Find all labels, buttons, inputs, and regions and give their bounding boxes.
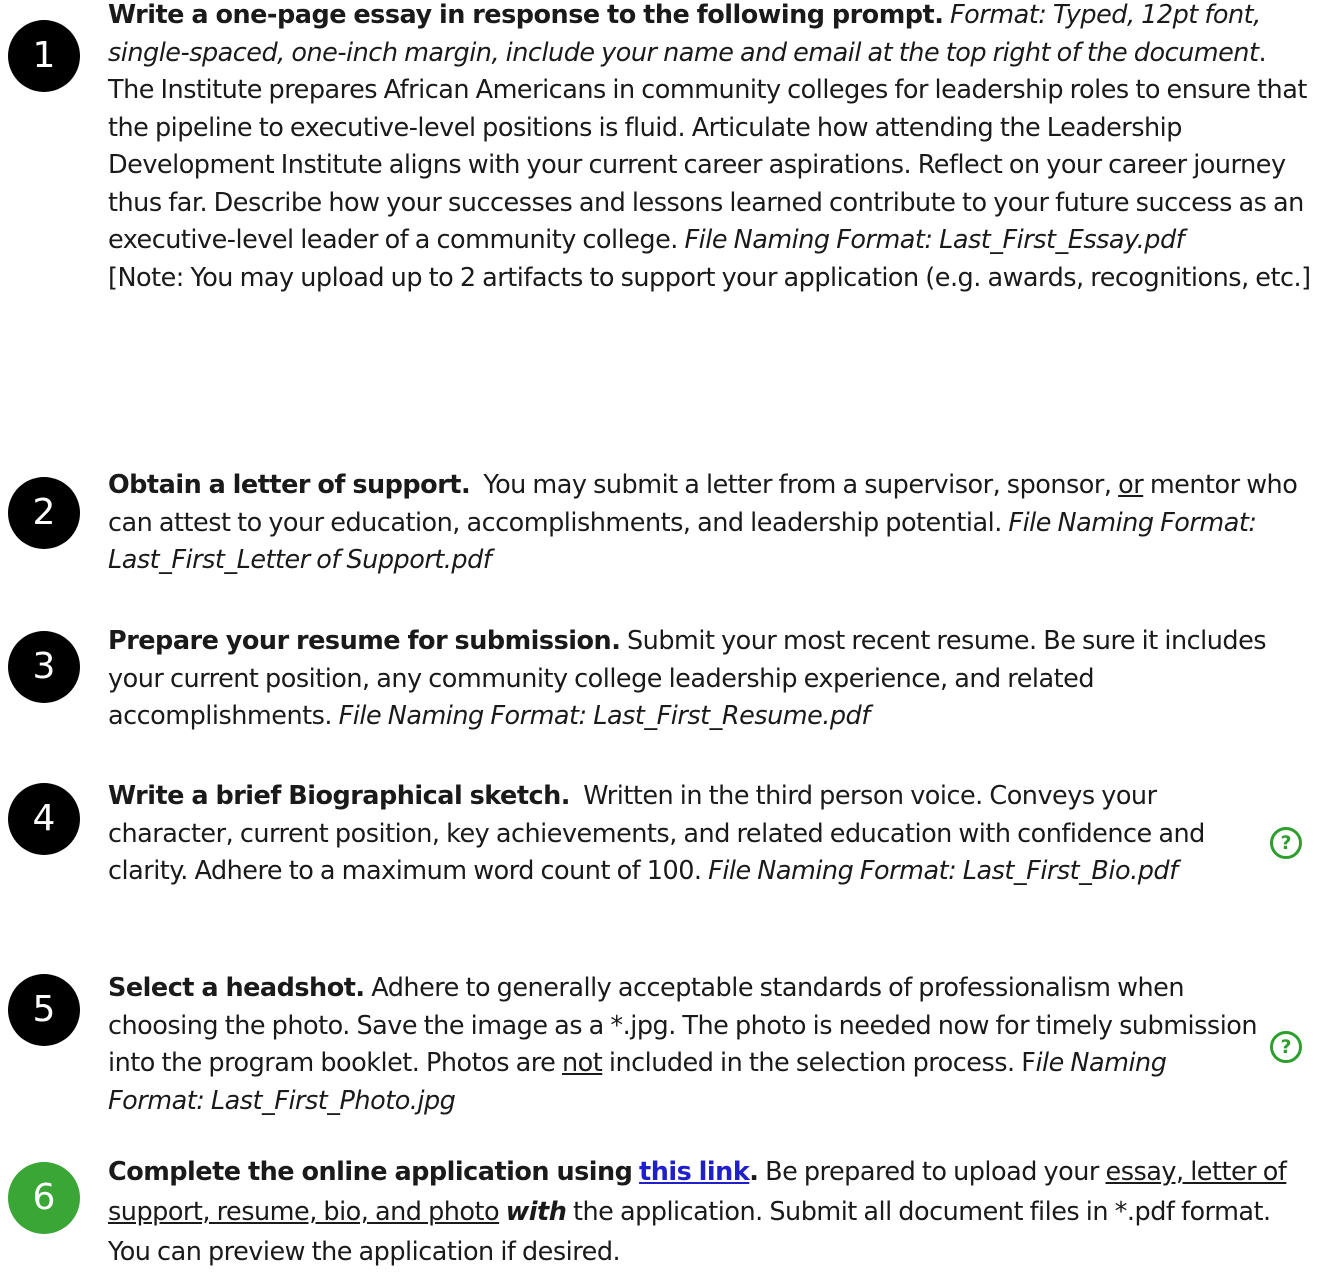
file-naming-format: File Naming Format: Last_First_Essay.pdf: [684, 225, 1185, 255]
step-number-badge: 4: [8, 783, 80, 855]
step-number-badge: 2: [8, 477, 80, 549]
step-text: Obtain a letter of support. You may subm…: [108, 467, 1318, 580]
step-text: Complete the online application using th…: [108, 1152, 1318, 1272]
emphasis-not: not: [561, 1048, 603, 1078]
step-heading: Obtain a letter of support.: [108, 470, 471, 500]
step-text: Write a brief Biographical sketch. Writt…: [108, 778, 1258, 891]
step-body: You may submit a letter from a superviso…: [483, 470, 1112, 500]
help-icon[interactable]: ?: [1270, 827, 1302, 859]
heading-end: .: [749, 1157, 759, 1187]
step-heading: Select a headshot.: [108, 973, 365, 1003]
step-heading: Complete the online application using: [108, 1157, 633, 1187]
step-heading: Write a brief Biographical sketch.: [108, 781, 571, 811]
step-number-badge: 5: [8, 974, 80, 1046]
emphasis-or: or: [1118, 470, 1144, 500]
emphasis-with: with: [505, 1197, 567, 1227]
step-body: Be prepared to upload your: [765, 1157, 1099, 1187]
step-heading: Write a one-page essay in response to th…: [108, 0, 944, 30]
step-text: Write a one-page essay in response to th…: [108, 0, 1318, 297]
step-heading: Prepare your resume for submission.: [108, 626, 621, 656]
format-end: .: [1258, 37, 1267, 68]
step-number-badge: 1: [8, 20, 80, 92]
step-number-badge: 6: [8, 1162, 80, 1234]
application-link[interactable]: this link: [639, 1157, 750, 1187]
file-naming-format: File Naming Format: Last_First_Resume.pd…: [338, 701, 871, 731]
step-text: Prepare your resume for submission. Subm…: [108, 623, 1318, 736]
step-number-badge: 3: [8, 631, 80, 703]
step-body-continued: included in the selection process. F: [608, 1048, 1036, 1078]
step-text: Select a headshot. Adhere to generally a…: [108, 970, 1258, 1120]
artifact-note: [Note: You may upload up to 2 artifacts …: [108, 262, 1311, 293]
file-naming-format: File Naming Format: Last_First_Bio.pdf: [708, 856, 1178, 886]
help-icon[interactable]: ?: [1270, 1031, 1302, 1063]
